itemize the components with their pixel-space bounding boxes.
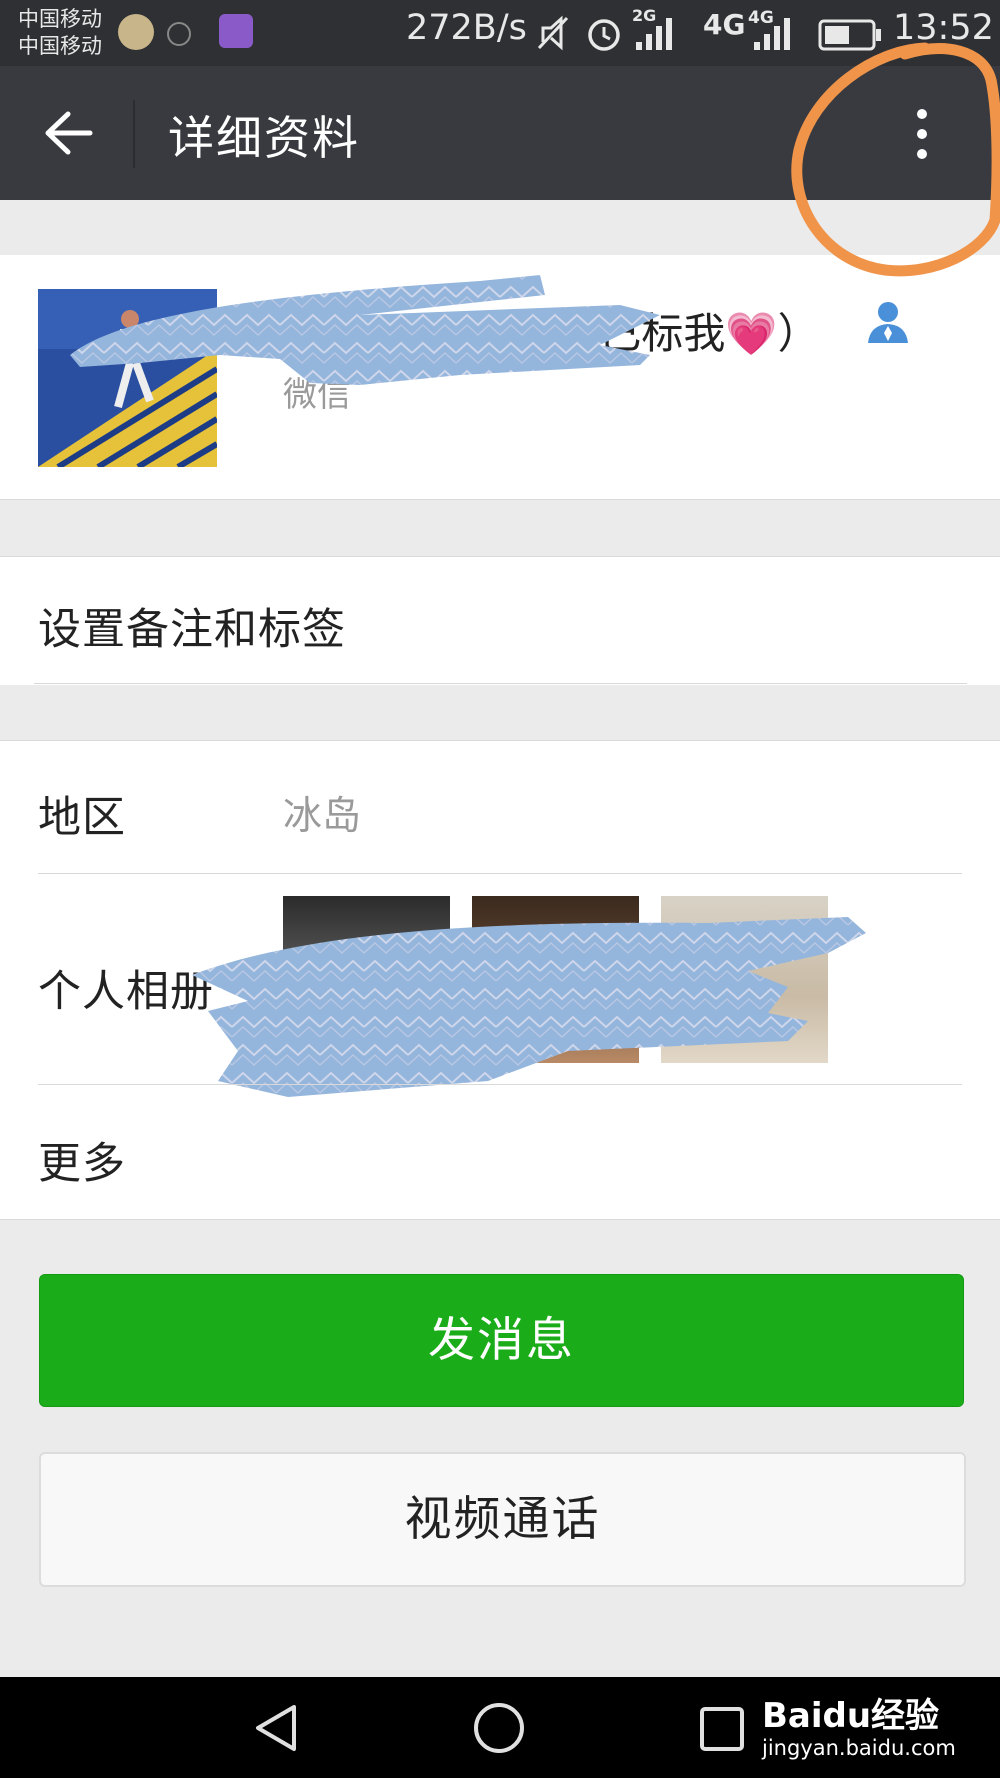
nickname: (已标我💗） [583, 309, 820, 358]
arrow-left-icon[interactable] [40, 108, 94, 158]
info-section: 地区 冰岛 个人相册 更多 [0, 740, 1000, 1220]
region-value: 冰岛 [283, 794, 362, 839]
title-divider [133, 100, 135, 168]
vertical-dots-icon[interactable] [892, 100, 952, 168]
more-row[interactable] [0, 1085, 1000, 1219]
title-bar: 详细资料 [0, 66, 1000, 200]
album-thumbnail[interactable] [661, 896, 828, 1063]
divider [34, 683, 967, 684]
app-notification-icon [118, 14, 154, 50]
region-row: 地区 冰岛 [0, 741, 1000, 873]
album-label: 个人相册 [38, 967, 214, 1017]
album-thumbnail[interactable] [472, 896, 639, 1063]
carrier-2: 中国移动 [18, 34, 102, 58]
navigation-bar: Baidu经验 jingyan.baidu.com [0, 1677, 1000, 1778]
shield-icon [167, 22, 191, 46]
profile-card[interactable]: (已标我💗） 微信 [0, 255, 1000, 500]
alarm-icon [588, 19, 620, 51]
wechat-id: 微信 [283, 375, 351, 415]
battery-icon [818, 19, 881, 51]
person-icon [868, 302, 908, 343]
remark-and-tags-label: 设置备注和标签 [38, 605, 346, 655]
video-call-button[interactable]: 视频通话 [39, 1452, 966, 1587]
gallery-notification-icon [219, 14, 253, 48]
watermark-url: jingyan.baidu.com [762, 1736, 956, 1760]
network-speed: 272B/s [406, 8, 527, 48]
signal-strength-icon [636, 18, 672, 50]
network-4g-label: 4G [703, 8, 746, 41]
baidu-watermark: Baidu经验 jingyan.baidu.com [762, 1697, 956, 1761]
watermark-brand: Baidu经验 [762, 1696, 940, 1736]
send-message-button[interactable]: 发消息 [39, 1274, 964, 1407]
region-label: 地区 [38, 793, 126, 843]
carrier-names: 中国移动 中国移动 [18, 6, 102, 60]
carrier-1: 中国移动 [18, 7, 102, 31]
mute-icon [537, 15, 569, 51]
page-title: 详细资料 [168, 111, 360, 165]
nav-recents-icon[interactable] [698, 1705, 746, 1753]
nav-back-icon[interactable] [252, 1703, 302, 1753]
signal-strength-icon-2 [754, 18, 790, 50]
more-label: 更多 [38, 1139, 126, 1189]
clock-time: 13:52 [893, 8, 994, 48]
avatar[interactable] [38, 289, 217, 467]
status-bar: 中国移动 中国移动 272B/s 2G 4G 4G 13:52 [0, 0, 1000, 66]
remark-and-tags-row[interactable]: 设置备注和标签 [0, 556, 1000, 685]
nav-home-icon[interactable] [472, 1701, 526, 1755]
album-thumbnail[interactable] [283, 896, 450, 1063]
